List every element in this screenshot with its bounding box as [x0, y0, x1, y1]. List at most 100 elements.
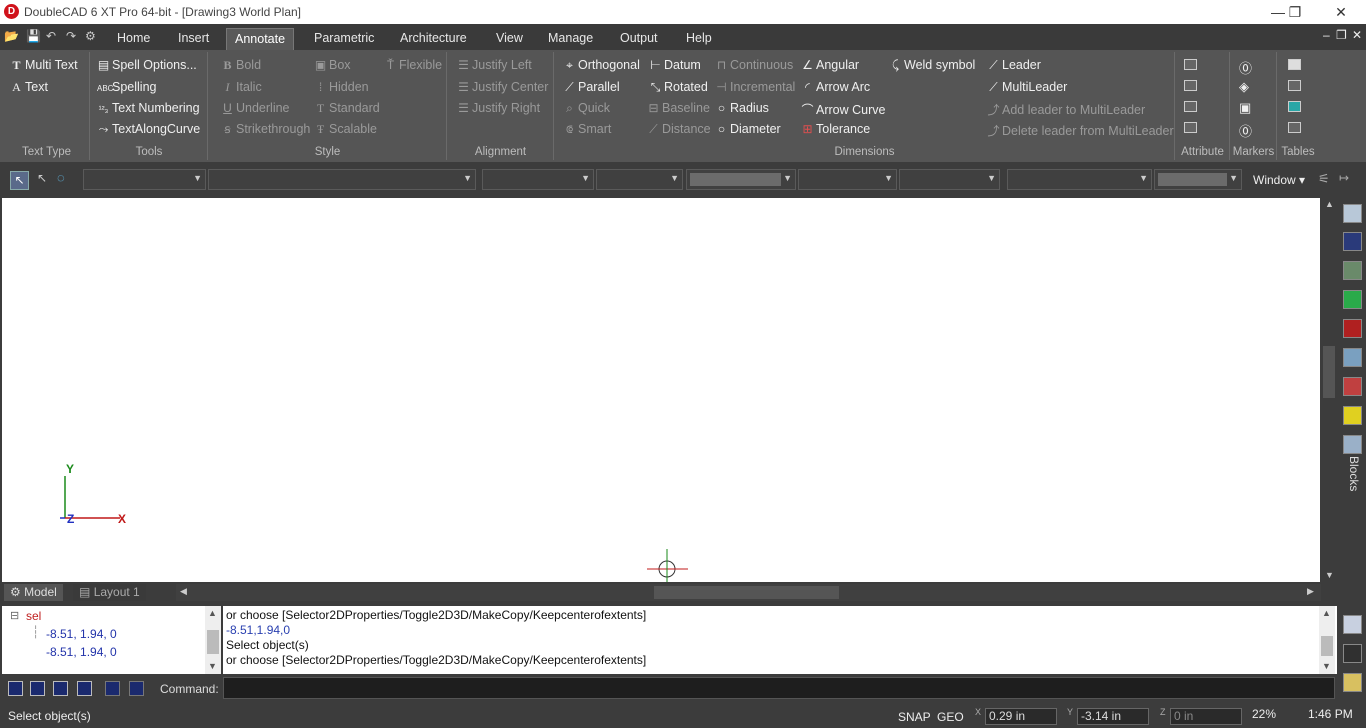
- text-button[interactable]: A Text: [10, 80, 48, 95]
- cmd-tool-1-icon[interactable]: [8, 681, 23, 696]
- marker-circle-icon[interactable]: ⓪: [1239, 58, 1252, 77]
- window-menu-button[interactable]: Window ▾: [1253, 173, 1305, 187]
- scroll-down-icon[interactable]: ▼: [1325, 570, 1334, 580]
- fill-color-combo[interactable]: ▼: [1154, 169, 1242, 190]
- tab-parametric[interactable]: Parametric: [306, 28, 382, 50]
- smart-button[interactable]: ⟃ Smart: [563, 122, 611, 137]
- mdi-restore-button[interactable]: ❐: [1336, 28, 1347, 42]
- spell-options-button[interactable]: ▤ Spell Options...: [97, 58, 197, 72]
- cmd-tool-5-icon[interactable]: [105, 681, 120, 696]
- tab-annotate[interactable]: Annotate: [226, 28, 295, 50]
- scroll-up-icon[interactable]: ▲: [1322, 608, 1331, 618]
- scroll-up-icon[interactable]: ▲: [208, 608, 217, 618]
- zoom-level[interactable]: 22%: [1252, 707, 1276, 721]
- command-history[interactable]: or choose [Selector2DProperties/Toggle2D…: [223, 606, 1337, 674]
- undo-icon[interactable]: ↶: [46, 29, 56, 43]
- tab-help[interactable]: Help: [678, 28, 720, 50]
- flexible-button[interactable]: Ť Flexible: [384, 58, 442, 72]
- spelling-button[interactable]: ABCSpelling: [97, 80, 156, 94]
- properties-panel-icon[interactable]: [1343, 232, 1362, 251]
- lasso-icon[interactable]: ◌: [57, 170, 65, 185]
- selection-tree[interactable]: ⊟ sel ┆ -8.51, 1.94, 0 -8.51, 1.94, 0 ▲ …: [2, 606, 221, 674]
- drawing-canvas[interactable]: Y X Z: [2, 198, 1320, 582]
- tree-item[interactable]: -8.51, 1.94, 0: [46, 627, 117, 641]
- scroll-down-icon[interactable]: ▼: [208, 661, 217, 671]
- canvas-vertical-scrollbar[interactable]: ▲ ▼: [1321, 198, 1337, 582]
- restore-button[interactable]: ❐: [1280, 2, 1310, 22]
- attribute-extract-icon[interactable]: [1184, 122, 1197, 133]
- tab-manage[interactable]: Manage: [540, 28, 601, 50]
- hidden-button[interactable]: ⁞ Hidden: [314, 80, 369, 94]
- x-coordinate-field[interactable]: 0.29 in: [985, 708, 1057, 725]
- mdi-minimize-button[interactable]: –: [1323, 28, 1330, 42]
- arrow-curve-button[interactable]: ⌒ Arrow Curve: [801, 101, 885, 118]
- image-panel-icon[interactable]: [1343, 348, 1362, 367]
- layers-panel-icon[interactable]: [1343, 290, 1362, 309]
- scroll-down-icon[interactable]: ▼: [1322, 661, 1331, 671]
- geo-toggle[interactable]: GEO: [937, 710, 964, 724]
- magic-wand-icon[interactable]: ⚟: [1318, 171, 1330, 187]
- bold-button[interactable]: B Bold: [221, 58, 261, 73]
- select-tool-icon[interactable]: [1343, 615, 1362, 634]
- snap-toggle[interactable]: SNAP: [898, 710, 931, 724]
- table-data-icon[interactable]: [1288, 101, 1301, 112]
- scroll-left-icon[interactable]: ◀: [180, 586, 187, 597]
- scroll-thumb[interactable]: [1323, 346, 1335, 398]
- blocks-panel-icon[interactable]: [1343, 435, 1362, 454]
- property-combo-4[interactable]: ▼: [596, 169, 683, 190]
- tab-insert[interactable]: Insert: [170, 28, 217, 50]
- property-combo-7[interactable]: ▼: [1007, 169, 1152, 190]
- tab-architecture[interactable]: Architecture: [392, 28, 475, 50]
- table-style-icon[interactable]: [1288, 122, 1301, 133]
- property-combo-5[interactable]: ▼: [798, 169, 897, 190]
- scroll-thumb[interactable]: [654, 586, 839, 599]
- z-coordinate-field[interactable]: 0 in: [1170, 708, 1242, 725]
- distance-button[interactable]: ⟋ Distance: [647, 122, 710, 137]
- text-numbering-button[interactable]: ¹²₃ Text Numbering: [97, 101, 200, 115]
- blocks-panel-label[interactable]: Blocks: [1345, 456, 1361, 491]
- scalable-button[interactable]: Ŧ Scalable: [314, 122, 377, 137]
- attribute-tag-icon[interactable]: [1184, 80, 1197, 91]
- angular-button[interactable]: ∠ Angular: [801, 58, 859, 72]
- baseline-button[interactable]: ⊟ Baseline: [647, 101, 709, 115]
- open-icon[interactable]: 📂: [4, 29, 19, 43]
- text-along-curve-button[interactable]: ⤳ TextAlongCurve: [97, 122, 201, 137]
- property-combo-3[interactable]: ▼: [482, 169, 594, 190]
- italic-button[interactable]: I Italic: [221, 80, 262, 95]
- marker-diamond-icon[interactable]: ◈: [1239, 79, 1249, 95]
- underline-button[interactable]: U Underline: [221, 101, 289, 115]
- marker-circle-2-icon[interactable]: ⓪: [1239, 121, 1252, 140]
- redo-icon[interactable]: ↷: [66, 29, 76, 43]
- table-grid-icon[interactable]: [1288, 80, 1301, 91]
- colors-panel-icon[interactable]: [1343, 319, 1362, 338]
- tolerance-button[interactable]: ⊞ Tolerance: [801, 122, 870, 136]
- collapse-icon[interactable]: ⊟: [10, 609, 19, 622]
- multileader-button[interactable]: ⟋ MultiLeader: [987, 80, 1067, 95]
- attribute-define-icon[interactable]: [1184, 59, 1197, 70]
- navigator-icon[interactable]: [1343, 673, 1362, 692]
- justify-left-button[interactable]: ☰ Justify Left: [457, 58, 532, 72]
- tab-home[interactable]: Home: [109, 28, 158, 50]
- select-arrow-icon[interactable]: ↖: [10, 171, 29, 190]
- marker-square-icon[interactable]: ▣: [1239, 100, 1251, 116]
- scroll-right-icon[interactable]: ▶: [1307, 586, 1314, 597]
- standard-button[interactable]: T Standard: [314, 101, 380, 116]
- settings-gear-icon[interactable]: ⚙: [85, 29, 96, 43]
- incremental-button[interactable]: ⊣ Incremental: [715, 80, 795, 94]
- diameter-button[interactable]: ○ Diameter: [715, 122, 781, 136]
- add-leader-button[interactable]: ⤴ Add leader to MultiLeader: [987, 101, 1145, 118]
- property-combo-2[interactable]: ▼: [208, 169, 476, 190]
- report-panel-icon[interactable]: [1343, 377, 1362, 396]
- cmd-tool-2-icon[interactable]: [30, 681, 45, 696]
- scroll-thumb[interactable]: [207, 630, 219, 654]
- app-logo-icon[interactable]: D: [4, 4, 19, 19]
- arrow-arc-button[interactable]: ◜ Arrow Arc: [801, 80, 870, 94]
- color-combo[interactable]: ▼: [686, 169, 796, 190]
- datum-button[interactable]: ⊢ Datum: [649, 58, 701, 72]
- cmd-tool-4-icon[interactable]: [77, 681, 92, 696]
- tab-view[interactable]: View: [488, 28, 531, 50]
- highlight-icon[interactable]: [1343, 644, 1362, 663]
- scroll-thumb[interactable]: [1321, 636, 1333, 656]
- tab-layout-1[interactable]: ▤ Layout 1: [73, 584, 146, 601]
- delete-leader-button[interactable]: ⤴ Delete leader from MultiLeader: [987, 122, 1173, 139]
